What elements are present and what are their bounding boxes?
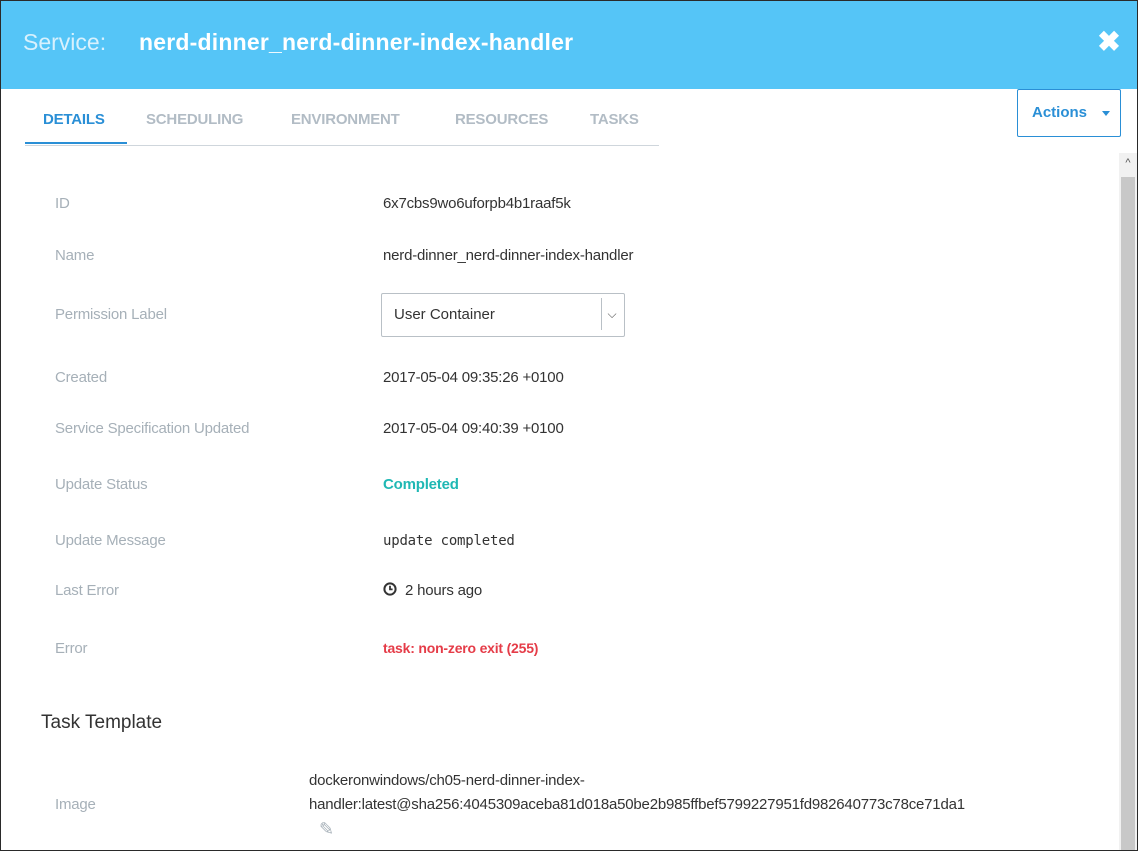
permission-label: Permission Label	[55, 306, 167, 323]
permission-label-select[interactable]: User Container ⌵	[381, 293, 625, 337]
created-label: Created	[55, 369, 107, 386]
service-dialog: Service: nerd-dinner_nerd-dinner-index-h…	[0, 0, 1138, 851]
active-tab-indicator	[25, 142, 127, 144]
last-error-value: 2 hours ago	[383, 582, 482, 599]
created-value: 2017-05-04 09:35:26 +0100	[383, 369, 564, 386]
image-value-line1: dockeronwindows/ch05-nerd-dinner-index-	[309, 772, 585, 789]
tab-bar: DETAILS SCHEDULING ENVIRONMENT RESOURCES…	[25, 101, 659, 146]
clock-icon	[383, 582, 397, 599]
actions-button[interactable]: Actions	[1017, 89, 1121, 137]
close-icon[interactable]: ✖	[1095, 27, 1123, 57]
task-template-title: Task Template	[41, 712, 163, 733]
tab-tasks[interactable]: TASKS	[590, 111, 639, 128]
tab-details[interactable]: DETAILS	[43, 111, 105, 128]
tab-environment[interactable]: ENVIRONMENT	[291, 111, 400, 128]
tab-resources[interactable]: RESOURCES	[455, 111, 548, 128]
scrollbar-thumb[interactable]	[1121, 177, 1135, 850]
chevron-down-icon: ⌵	[601, 298, 622, 330]
name-value: nerd-dinner_nerd-dinner-index-handler	[383, 247, 634, 264]
image-value-line2: handler:latest@sha256:4045309aceba81d018…	[309, 796, 965, 813]
image-label: Image	[55, 796, 96, 813]
error-value: task: non-zero exit (255)	[383, 640, 539, 656]
id-label: ID	[55, 195, 70, 212]
update-status-value: Completed	[383, 476, 459, 493]
error-label: Error	[55, 640, 88, 657]
actions-label: Actions	[1032, 104, 1088, 121]
dialog-header: Service: nerd-dinner_nerd-dinner-index-h…	[1, 1, 1137, 89]
last-error-time: 2 hours ago	[405, 582, 483, 599]
update-status-label: Update Status	[55, 476, 148, 493]
header-prefix: Service:	[23, 29, 107, 55]
scroll-up-icon[interactable]: ^	[1119, 157, 1137, 169]
edit-pencil-icon[interactable]: ✎	[319, 819, 334, 840]
update-message-label: Update Message	[55, 532, 166, 549]
id-value: 6x7cbs9wo6uforpb4b1raaf5k	[383, 195, 571, 212]
scrollbar[interactable]: ^	[1119, 153, 1137, 850]
spec-updated-value: 2017-05-04 09:40:39 +0100	[383, 420, 564, 437]
service-title: nerd-dinner_nerd-dinner-index-handler	[139, 29, 574, 55]
spec-updated-label: Service Specification Updated	[55, 420, 250, 437]
image-value: dockeronwindows/ch05-nerd-dinner-index- …	[309, 769, 1109, 817]
caret-down-icon	[1102, 111, 1110, 116]
permission-select-value: User Container	[394, 306, 495, 323]
update-message-value: update completed	[383, 533, 515, 549]
last-error-label: Last Error	[55, 582, 119, 599]
name-label: Name	[55, 247, 95, 264]
tab-scheduling[interactable]: SCHEDULING	[146, 111, 243, 128]
